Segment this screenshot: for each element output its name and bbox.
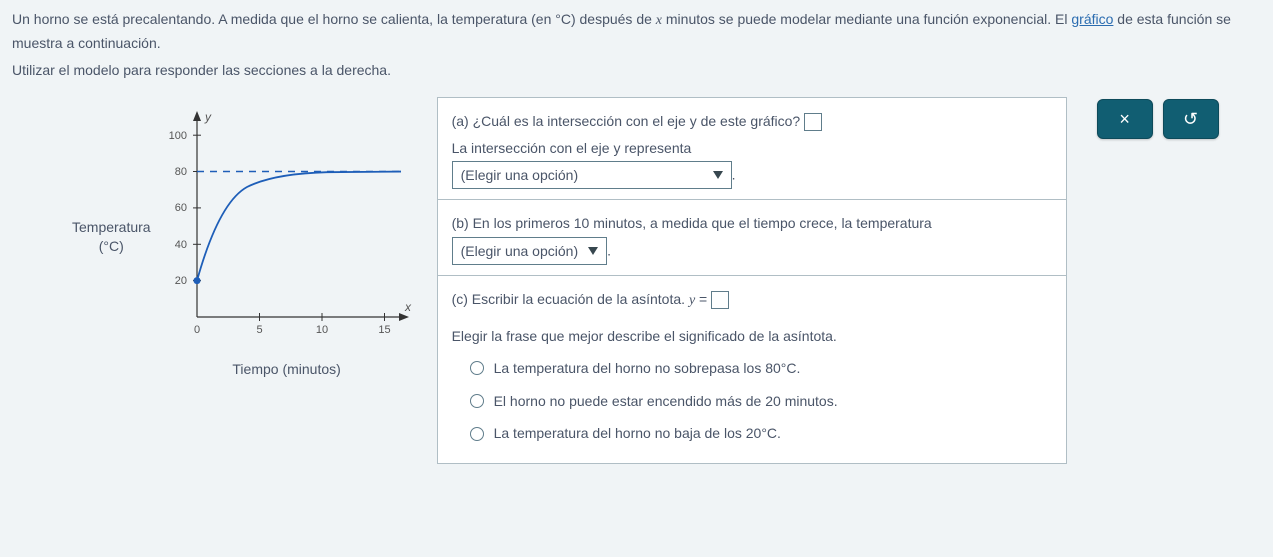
question-c: (c) Escribir la ecuación de la asíntota.…: [438, 276, 1066, 463]
chevron-down-icon: [588, 247, 598, 255]
chevron-down-icon: [713, 171, 723, 179]
asymptote-value-input[interactable]: [711, 291, 729, 309]
grafico-link[interactable]: gráfico: [1071, 11, 1113, 27]
radio-icon: [470, 394, 484, 408]
intro-text-1: Un horno se está precalentando. A medida…: [12, 11, 656, 27]
chart-svg: 20 40 60 80 100 0 5 10 15: [157, 97, 417, 357]
asymptote-option-1[interactable]: La temperatura del horno no sobrepasa lo…: [470, 355, 1052, 382]
svg-text:15: 15: [378, 324, 390, 336]
problem-instruction: Utilizar el modelo para responder las se…: [12, 59, 1261, 81]
asymptote-option-3[interactable]: La temperatura del horno no baja de los …: [470, 420, 1052, 447]
dropdown-label: (Elegir una opción): [461, 162, 579, 189]
svg-text:100: 100: [168, 130, 186, 142]
question-b-suffix: .: [607, 243, 611, 259]
svg-text:80: 80: [174, 166, 186, 178]
question-c-eq-var: y: [689, 293, 695, 308]
reset-icon: ↺: [1183, 109, 1198, 130]
reset-button[interactable]: ↺: [1163, 99, 1219, 139]
question-c-prompt: Elegir la frase que mejor describe el si…: [452, 323, 1052, 350]
action-buttons: × ↺: [1097, 99, 1219, 139]
svg-text:0: 0: [194, 324, 200, 336]
intro-text-2: minutos se puede modelar mediante una fu…: [662, 11, 1071, 27]
svg-text:20: 20: [174, 275, 186, 287]
option-label: La temperatura del horno no sobrepasa lo…: [494, 355, 801, 382]
dropdown-label: (Elegir una opción): [461, 238, 579, 265]
close-icon: ×: [1119, 109, 1130, 130]
problem-intro: Un horno se está precalentando. A medida…: [12, 8, 1261, 55]
question-a-suffix: .: [732, 167, 736, 183]
question-a-text: (a) ¿Cuál es la intersección con el eje …: [452, 113, 805, 129]
svg-text:5: 5: [256, 324, 262, 336]
questions-panel: (a) ¿Cuál es la intersección con el eje …: [437, 97, 1067, 464]
question-b: (b) En los primeros 10 minutos, a medida…: [438, 200, 1066, 276]
asymptote-option-2[interactable]: El horno no puede estar encendido más de…: [470, 388, 1052, 415]
x-axis-label: Tiempo (minutos): [157, 361, 417, 377]
radio-icon: [470, 427, 484, 441]
svg-text:10: 10: [315, 324, 327, 336]
question-b-text: (b) En los primeros 10 minutos, a medida…: [452, 215, 932, 231]
radio-icon: [470, 361, 484, 375]
option-label: El horno no puede estar encendido más de…: [494, 388, 838, 415]
question-a-line2: La intersección con el eje y representa: [452, 140, 692, 156]
question-a: (a) ¿Cuál es la intersección con el eje …: [438, 98, 1066, 200]
chart-area: Temperatura (°C) 20: [72, 97, 417, 377]
y-axis-label: Temperatura (°C): [72, 218, 151, 257]
temperature-trend-dropdown[interactable]: (Elegir una opción): [452, 237, 608, 265]
svg-text:60: 60: [174, 202, 186, 214]
svg-text:x: x: [404, 300, 412, 314]
option-label: La temperatura del horno no baja de los …: [494, 420, 781, 447]
question-c-eq-pre: (c) Escribir la ecuación de la asíntota.: [452, 291, 689, 307]
svg-text:y: y: [204, 110, 212, 124]
y-intercept-meaning-dropdown[interactable]: (Elegir una opción): [452, 161, 732, 189]
close-button[interactable]: ×: [1097, 99, 1153, 139]
svg-text:40: 40: [174, 239, 186, 251]
question-c-eq-equals: =: [699, 291, 711, 307]
y-intercept-input[interactable]: [804, 113, 822, 131]
